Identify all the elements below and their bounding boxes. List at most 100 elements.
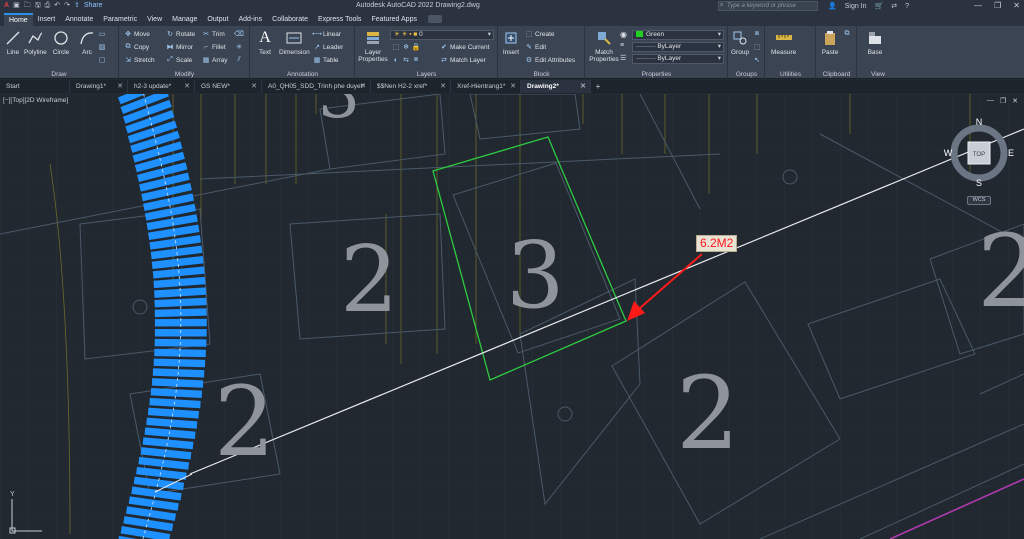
hatch-tool[interactable]: ▨ <box>98 43 106 51</box>
file-tab-h2-3-update[interactable]: h2-3 update* ✕ <box>128 80 195 93</box>
edit-block-tool[interactable]: ✎ Edit <box>525 43 546 52</box>
layer-properties-tool[interactable]: Layer Properties <box>358 29 388 63</box>
array-tool[interactable]: ▦ Array <box>202 56 228 65</box>
open-file-icon[interactable]: 🗀 <box>24 0 31 12</box>
tab-output[interactable]: Output <box>202 13 233 26</box>
file-tab-nen-h2-2[interactable]: $$Nen H2-2 xref* ✕ <box>371 80 451 93</box>
viewcube-top-label[interactable]: TOP <box>973 152 985 158</box>
autocad-logo-icon[interactable]: A <box>4 0 9 12</box>
create-block-tool[interactable]: ⬚ Create <box>525 30 555 39</box>
match-properties-tool[interactable]: Match Properties <box>588 29 620 63</box>
viewport-close-button[interactable]: ✕ <box>1012 97 1018 105</box>
tab-home[interactable]: Home <box>4 13 33 26</box>
layer-dropdown[interactable]: ☀ ☀ ▪ ■ 0 <box>390 30 494 40</box>
base-view-tool[interactable]: Base <box>866 29 884 56</box>
viewport-minimize-button[interactable]: — <box>987 97 994 105</box>
help-icon[interactable]: ? <box>905 3 909 10</box>
close-tab-icon[interactable]: ✕ <box>580 80 586 93</box>
drawing-canvas[interactable]: TOP N S E W Y 3 2 3 2 2 2 6.2M2 [−][Top]… <box>0 94 1024 539</box>
mirror-tool[interactable]: ⧓ Mirror <box>166 43 193 52</box>
annotation-panel-title[interactable]: Annotation <box>251 71 354 78</box>
text-tool[interactable]: A Text <box>256 29 274 56</box>
color-dropdown[interactable]: Green <box>632 30 724 40</box>
stretch-tool[interactable]: ⇲ Stretch <box>124 56 155 65</box>
tab-manage[interactable]: Manage <box>167 13 202 26</box>
sign-in-button[interactable]: Sign In <box>845 3 867 10</box>
close-tab-icon[interactable]: ✕ <box>117 80 123 93</box>
area-annotation-label[interactable]: 6.2M2 <box>696 235 738 252</box>
redo-icon[interactable]: ↷ <box>64 0 70 12</box>
boundary-tool[interactable]: ▢ <box>98 56 106 64</box>
clipboard-panel-title[interactable]: Clipboard <box>817 71 856 78</box>
maximize-button[interactable]: ❐ <box>994 0 1001 12</box>
block-panel-title[interactable]: Block <box>499 71 584 78</box>
leader-tool[interactable]: ↗ Leader <box>313 43 343 52</box>
share-button[interactable]: Share <box>84 0 103 12</box>
compass-west[interactable]: W <box>944 148 953 158</box>
polyline-tool[interactable]: Polyline <box>24 29 47 56</box>
close-tab-icon[interactable]: ✕ <box>360 80 366 93</box>
copy-tool[interactable]: ⧉ Copy <box>124 43 150 51</box>
undo-icon[interactable]: ↶ <box>54 0 60 12</box>
modify-panel-title[interactable]: Modify <box>120 71 249 78</box>
close-tab-icon[interactable]: ✕ <box>510 80 516 93</box>
tab-parametric[interactable]: Parametric <box>98 13 142 26</box>
edit-attributes-tool[interactable]: ⚙ Edit Attributes <box>525 56 575 65</box>
linetype-dropdown[interactable]: ——— ByLayer <box>632 54 724 64</box>
scale-tool[interactable]: ⤢ Scale <box>166 56 192 64</box>
compass-north[interactable]: N <box>976 117 983 127</box>
rectangle-tool[interactable]: ▭ <box>98 30 106 38</box>
file-tab-a0-qh05[interactable]: A0_QH05_SDD_Trinh phe duyet* ✕ <box>262 80 371 93</box>
new-tab-button[interactable]: + <box>591 80 605 93</box>
make-current-tool[interactable]: ✔ Make Current <box>440 43 489 52</box>
line-tool[interactable]: Line <box>4 29 22 56</box>
layer-tools-row-2[interactable]: ◐ ⇆ ⧈ <box>392 56 420 64</box>
arc-tool[interactable]: Arc <box>78 29 96 56</box>
close-tab-icon[interactable]: ✕ <box>184 80 190 93</box>
search-input[interactable]: Type a keyword or phrase <box>718 1 818 11</box>
utilities-panel-title[interactable]: Utilities <box>766 71 815 78</box>
erase-tool[interactable]: ⌫ <box>234 30 244 38</box>
wcs-menu[interactable]: WCS <box>967 196 991 205</box>
user-icon[interactable]: 👤 <box>828 2 837 10</box>
tab-featured-apps[interactable]: Featured Apps <box>366 13 422 26</box>
tab-insert[interactable]: Insert <box>33 13 61 26</box>
tab-express-tools[interactable]: Express Tools <box>313 13 366 26</box>
tab-collaborate[interactable]: Collaborate <box>267 13 313 26</box>
circle-tool[interactable]: Circle <box>52 29 70 56</box>
measure-tool[interactable]: Measure <box>771 29 796 56</box>
group-tool[interactable]: Group <box>731 29 749 56</box>
insert-tool[interactable]: Insert <box>502 29 520 56</box>
trim-tool[interactable]: ✂ Trim <box>202 30 225 39</box>
copy-clip-tool[interactable]: ⧉ <box>843 30 851 38</box>
share-icon[interactable]: ⇪ <box>74 0 80 12</box>
new-file-icon[interactable]: ▣ <box>13 0 20 12</box>
properties-panel-title[interactable]: Properties <box>586 71 727 78</box>
explode-tool[interactable]: ✳ <box>235 43 243 51</box>
cart-icon[interactable]: 🛒 <box>875 2 884 10</box>
minimize-button[interactable]: — <box>974 0 982 12</box>
print-icon[interactable]: ⎙ <box>45 0 51 12</box>
file-tab-start[interactable]: Start <box>0 80 70 93</box>
rotate-tool[interactable]: ↻ Rotate <box>166 30 195 39</box>
compass-south[interactable]: S <box>976 178 982 188</box>
file-tab-drawing1[interactable]: Drawing1* ✕ <box>70 80 128 93</box>
exchange-icon[interactable]: ⇄ <box>891 2 897 10</box>
layers-panel-title[interactable]: Layers <box>356 71 497 78</box>
draw-panel-title[interactable]: Draw <box>0 71 118 78</box>
file-tab-xref-hientrang1[interactable]: Xref-Hientrang1* ✕ <box>451 80 521 93</box>
dimension-tool[interactable]: Dimension <box>279 29 310 56</box>
close-tab-icon[interactable]: ✕ <box>440 80 446 93</box>
layer-tools-row-1[interactable]: ⬚ ❄ 🔒 <box>392 43 421 51</box>
tab-add-ins[interactable]: Add-ins <box>233 13 267 26</box>
groups-panel-title[interactable]: Groups <box>729 71 764 78</box>
view-panel-title[interactable]: View <box>858 71 898 78</box>
table-tool[interactable]: ▦ Table <box>313 56 339 65</box>
file-tab-gs-new[interactable]: GS NEW* ✕ <box>195 80 262 93</box>
linear-dimension-tool[interactable]: ⟷ Linear <box>312 30 341 39</box>
ribbon-display-toggle[interactable] <box>427 15 442 23</box>
tab-annotate[interactable]: Annotate <box>60 13 98 26</box>
offset-tool[interactable]: ⫽ <box>235 56 243 64</box>
move-tool[interactable]: ✥ Move <box>124 30 150 39</box>
close-button[interactable]: ✕ <box>1013 0 1020 12</box>
